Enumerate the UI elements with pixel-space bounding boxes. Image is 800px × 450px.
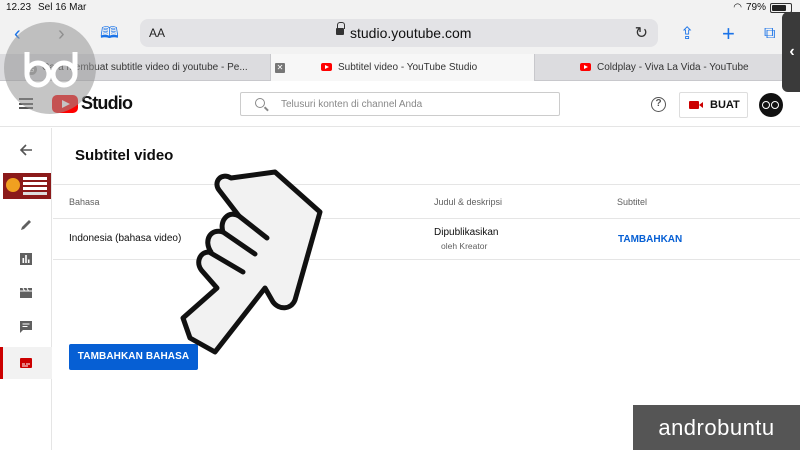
create-button[interactable]: BUAT (679, 92, 748, 118)
new-tab-icon[interactable]: + (722, 22, 735, 46)
pointing-hand-icon (180, 169, 323, 355)
share-icon[interactable]: ⇪ (680, 22, 694, 46)
reload-icon[interactable]: ↻ (635, 23, 648, 43)
add-subtitle-button[interactable]: TAMBAHKAN (618, 234, 682, 245)
left-rail (0, 128, 52, 450)
analytics-icon (20, 253, 32, 265)
rail-comments[interactable] (0, 313, 52, 341)
rail-analytics[interactable] (0, 245, 52, 273)
subtitles-icon (20, 358, 32, 368)
back-to-content-button[interactable] (0, 136, 52, 164)
table-header: Bahasa Judul & deskripsi Subtitel (53, 184, 800, 219)
tab-label: Subtitel video - YouTube Studio (338, 62, 478, 73)
url-text[interactable]: studio.youtube.com (350, 25, 471, 41)
search-icon (255, 98, 265, 108)
avatar[interactable] (759, 93, 783, 117)
side-panel-handle[interactable]: ‹ (782, 12, 800, 92)
table-row: Indonesia (bahasa video) Dipublikasikan … (53, 219, 800, 260)
address-bar[interactable]: AA studio.youtube.com ↻ (140, 19, 658, 47)
create-label: BUAT (710, 99, 740, 111)
column-header-subtitles: Subtitel (617, 197, 648, 207)
page-title: Subtitel video (75, 147, 174, 164)
rail-details[interactable] (0, 211, 52, 239)
battery-fill (772, 4, 787, 11)
youtube-icon (580, 63, 591, 71)
tab-youtube-studio[interactable]: ✕ Subtitel video - YouTube Studio (270, 54, 535, 81)
row-language: Indonesia (bahasa video) (69, 233, 182, 244)
comment-icon (20, 321, 32, 333)
studio-header: Studio Telusuri konten di channel Anda ?… (0, 82, 800, 127)
help-icon[interactable]: ? (651, 97, 666, 112)
brand-watermark: androbuntu (633, 405, 800, 450)
reader-button[interactable]: AA (149, 26, 165, 40)
rail-subtitles[interactable] (0, 347, 52, 379)
close-tab-icon[interactable]: ✕ (275, 63, 285, 73)
tabs-overview-icon[interactable]: ⧉ (764, 22, 775, 46)
video-camera-icon (689, 101, 703, 109)
bookmarks-icon[interactable]: 🕮 (100, 22, 119, 46)
battery-icon (770, 2, 792, 13)
pencil-icon (21, 220, 31, 230)
column-header-language: Bahasa (69, 197, 100, 207)
video-thumbnail[interactable] (3, 173, 51, 199)
row-author: oleh Kreator (441, 241, 488, 251)
youtube-icon (321, 63, 332, 71)
tab-strip: GCara membuat subtitle video di youtube … (0, 54, 800, 81)
column-header-title-description: Judul & deskripsi (434, 197, 503, 207)
search-box[interactable]: Telusuri konten di channel Anda (240, 92, 560, 116)
status-date: Sel 16 Mar (38, 2, 87, 13)
watermark-logo-icon (4, 22, 96, 114)
status-bar: 12.23 Sel 16 Mar ◠ 79% (0, 0, 800, 16)
battery-text: 79% (745, 2, 766, 13)
rail-editor[interactable] (0, 279, 52, 307)
tab-label: Coldplay - Viva La Vida - YouTube (597, 62, 749, 73)
browser-toolbar: ‹ › 🕮 AA studio.youtube.com ↻ ⇪ + ⧉ (0, 16, 800, 54)
wifi-icon: ◠ (733, 2, 742, 13)
lock-icon (336, 22, 345, 36)
arrow-left-icon (19, 144, 32, 156)
row-status: Dipublikasikan (434, 227, 499, 238)
status-time: 12.23 (6, 2, 32, 13)
tab-coldplay[interactable]: Coldplay - Viva La Vida - YouTube (535, 54, 800, 81)
search-placeholder: Telusuri konten di channel Anda (281, 99, 423, 110)
film-icon (20, 287, 32, 298)
main-content: Subtitel video Bahasa Judul & deskripsi … (53, 128, 800, 450)
status-right: ◠ 79% (733, 2, 792, 13)
